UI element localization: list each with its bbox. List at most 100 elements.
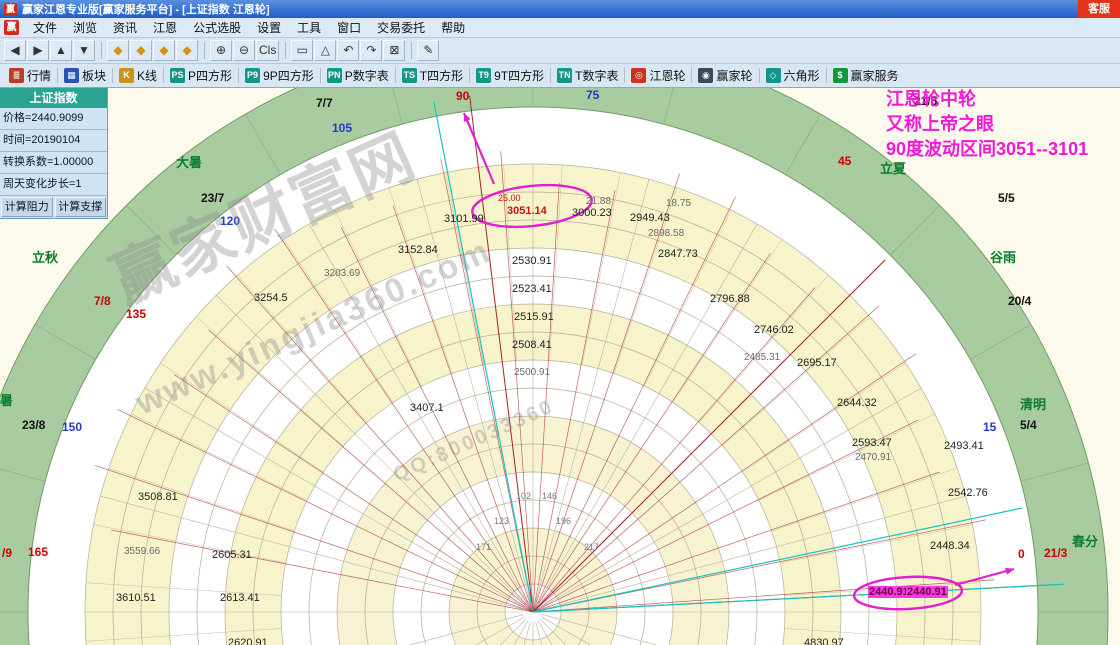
tool-gann-wheel[interactable]: ◎江恩轮: [626, 66, 690, 86]
9t-square-icon: T9: [476, 68, 491, 83]
9t-square-label: 9T四方形: [494, 67, 544, 84]
ring-value: 102: [516, 492, 531, 502]
nav-right-icon[interactable]: ▶: [27, 40, 49, 61]
toolbar-separator: [204, 42, 205, 59]
toolbar-separator: [101, 42, 102, 59]
tool-hexagon[interactable]: ◇六角形: [761, 66, 825, 86]
degree-label: 0: [1018, 548, 1025, 561]
menu-item-设置[interactable]: 设置: [249, 18, 289, 38]
title-bar: 赢 赢家江恩专业版[赢家服务平台] - [上证指数 江恩轮] 客服: [0, 0, 1120, 18]
triangle-tool-icon[interactable]: △: [314, 40, 336, 61]
ring-value: 3407.1: [410, 402, 444, 414]
toolbar-separator: [395, 68, 396, 83]
ring-value: 2448.34: [930, 540, 970, 552]
tool-t-square[interactable]: TST四方形: [397, 66, 468, 86]
quotes-label: 行情: [27, 67, 51, 84]
diamond-1-icon[interactable]: ◆: [107, 40, 129, 61]
9p-square-label: 9P四方形: [263, 67, 314, 84]
menu-item-浏览[interactable]: 浏览: [65, 18, 105, 38]
info-row: 价格=2440.9099: [0, 108, 107, 130]
solar-term-label: 春分: [1072, 535, 1098, 549]
annotation-text: 江恩轮中轮: [886, 90, 976, 110]
customer-service-button[interactable]: 客服: [1078, 0, 1120, 18]
tool-p-square[interactable]: PSP四方形: [165, 66, 237, 86]
sectors-icon: ▦: [64, 68, 79, 83]
menu-item-交易委托[interactable]: 交易委托: [369, 18, 433, 38]
hexagon-label: 六角形: [784, 67, 820, 84]
icon-toolbar: ◀▶▲▼◆◆◆◆⊕⊖Cls▭△↶↷⊠✎: [0, 38, 1120, 64]
toolbar-separator: [163, 68, 164, 83]
toolbar-separator: [238, 68, 239, 83]
winner-service-label: 赢家服务: [851, 67, 899, 84]
p-table-label: P数字表: [345, 67, 389, 84]
ring-value: 2898.58: [648, 228, 684, 239]
degree-label: 90: [456, 90, 469, 103]
select-region-icon[interactable]: ⊠: [383, 40, 405, 61]
tool-9t-square[interactable]: T99T四方形: [471, 66, 549, 86]
gann-wheel-chart[interactable]: 3101.993051.143000.232949.432898.582847.…: [0, 88, 1120, 645]
menu-item-资讯[interactable]: 资讯: [105, 18, 145, 38]
menu-item-帮助[interactable]: 帮助: [433, 18, 473, 38]
ring-value: 3101.99: [444, 213, 484, 225]
index-info-rows: 价格=2440.9099时间=20190104转换系数=1.00000周天变化步…: [0, 108, 107, 196]
gann-wheel-graphic: [0, 88, 1120, 645]
date-label: 7/7: [316, 97, 333, 110]
ring-value: 2620.91: [228, 637, 268, 645]
diamond-3-icon[interactable]: ◆: [153, 40, 175, 61]
toolbar-separator: [826, 68, 827, 83]
tool-quotes[interactable]: ≣行情: [4, 66, 56, 86]
ring-value: 3000.23: [572, 207, 612, 219]
rect-tool-icon[interactable]: ▭: [291, 40, 313, 61]
ring-value: 217: [584, 543, 599, 553]
solar-term-label: 立夏: [880, 162, 906, 176]
menu-item-公式选股[interactable]: 公式选股: [185, 18, 249, 38]
clear-button[interactable]: Cls: [256, 40, 279, 61]
menu-item-文件[interactable]: 文件: [25, 18, 65, 38]
zoom-in-icon[interactable]: ⊕: [210, 40, 232, 61]
tool-9p-square[interactable]: P99P四方形: [240, 66, 319, 86]
ring-value: 2605.31: [212, 549, 252, 561]
info-row: 转换系数=1.00000: [0, 152, 107, 174]
nav-up-icon[interactable]: ▲: [50, 40, 72, 61]
tool-p-table[interactable]: PNP数字表: [322, 66, 394, 86]
rotate-cw-icon[interactable]: ↷: [360, 40, 382, 61]
menu-item-工具[interactable]: 工具: [289, 18, 329, 38]
ring-value: 2440.91: [906, 586, 948, 598]
calc-resistance-button[interactable]: 计算阻力: [1, 197, 53, 217]
diamond-2-icon[interactable]: ◆: [130, 40, 152, 61]
menu-item-江恩[interactable]: 江恩: [145, 18, 185, 38]
ring-value: 2746.02: [754, 324, 794, 336]
menu-item-窗口[interactable]: 窗口: [329, 18, 369, 38]
tool-t-table[interactable]: TNT数字表: [552, 66, 623, 86]
ring-value: 123: [494, 517, 509, 527]
zoom-out-icon[interactable]: ⊖: [233, 40, 255, 61]
rotate-ccw-icon[interactable]: ↶: [337, 40, 359, 61]
nav-left-icon[interactable]: ◀: [4, 40, 26, 61]
date-label: 20/4: [1008, 295, 1031, 308]
ring-value: 146: [542, 492, 557, 502]
tool-winner-wheel[interactable]: ◉赢家轮: [693, 66, 757, 86]
ring-value: 21.88: [586, 196, 611, 207]
draw-tool-icon[interactable]: ✎: [417, 40, 439, 61]
calc-support-button[interactable]: 计算支撑: [55, 197, 107, 217]
toolbar-separator: [691, 68, 692, 83]
solar-term-label: 暑: [0, 394, 13, 408]
window-title: 赢家江恩专业版[赢家服务平台] - [上证指数 江恩轮]: [22, 1, 269, 17]
tool-kline[interactable]: KK线: [114, 66, 162, 86]
quotes-icon: ≣: [9, 68, 24, 83]
index-info-panel: 上证指数 价格=2440.9099时间=20190104转换系数=1.00000…: [0, 88, 108, 219]
toolbar-separator: [759, 68, 760, 83]
ring-value: 196: [556, 517, 571, 527]
annotation-text: 90度波动区间3051--3101: [886, 140, 1088, 160]
diamond-4-icon[interactable]: ◆: [176, 40, 198, 61]
ring-value: 2493.41: [944, 440, 984, 452]
solar-term-label: 谷雨: [990, 251, 1016, 265]
date-label: 23/8: [22, 419, 45, 432]
nav-down-icon[interactable]: ▼: [73, 40, 95, 61]
ring-value: 3508.81: [138, 491, 178, 503]
gann-wheel-label: 江恩轮: [649, 67, 685, 84]
solar-term-label: 立秋: [32, 251, 58, 265]
tool-sectors[interactable]: ▦板块: [59, 66, 111, 86]
ring-value: 2530.91: [512, 255, 552, 267]
tool-winner-service[interactable]: $赢家服务: [828, 66, 904, 86]
